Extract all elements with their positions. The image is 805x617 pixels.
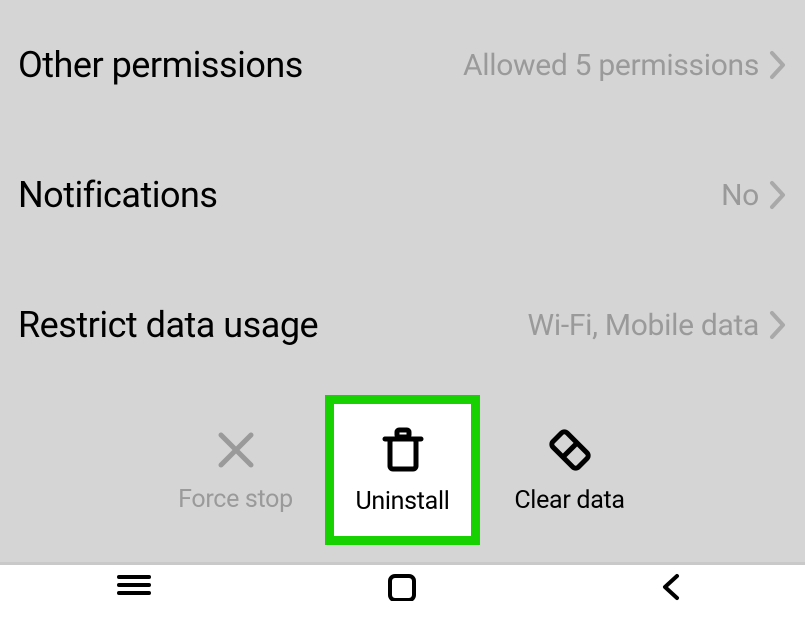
- restrict-data-value-wrap: Wi-Fi, Mobile data: [528, 308, 787, 343]
- other-permissions-label: Other permissions: [18, 44, 303, 86]
- eraser-icon: [544, 426, 596, 474]
- back-button[interactable]: [621, 573, 721, 617]
- notifications-label: Notifications: [18, 174, 217, 216]
- other-permissions-value-wrap: Allowed 5 permissions: [463, 48, 787, 83]
- chevron-right-icon: [769, 309, 787, 341]
- home-button[interactable]: [352, 573, 452, 617]
- restrict-data-value: Wi-Fi, Mobile data: [528, 308, 759, 343]
- recents-button[interactable]: [84, 573, 184, 617]
- restrict-data-row[interactable]: Restrict data usage Wi-Fi, Mobile data: [18, 260, 787, 390]
- navigation-bar: [0, 562, 805, 617]
- close-icon: [213, 427, 259, 473]
- notifications-value: No: [721, 178, 759, 213]
- home-icon: [387, 573, 417, 601]
- back-icon: [659, 573, 683, 601]
- uninstall-label: Uninstall: [355, 487, 449, 516]
- chevron-right-icon: [769, 49, 787, 81]
- force-stop-button[interactable]: Force stop: [158, 395, 313, 545]
- notifications-row[interactable]: Notifications No: [18, 130, 787, 260]
- recents-icon: [117, 573, 151, 597]
- other-permissions-value: Allowed 5 permissions: [463, 48, 759, 83]
- restrict-data-label: Restrict data usage: [18, 304, 318, 346]
- uninstall-button[interactable]: Uninstall: [325, 395, 480, 545]
- other-permissions-row[interactable]: Other permissions Allowed 5 permissions: [18, 0, 787, 130]
- chevron-right-icon: [769, 179, 787, 211]
- clear-data-button[interactable]: Clear data: [492, 395, 647, 545]
- bottom-actions: Force stop Uninstall Clear data: [0, 395, 805, 545]
- force-stop-label: Force stop: [178, 485, 293, 514]
- notifications-value-wrap: No: [721, 178, 787, 213]
- clear-data-label: Clear data: [514, 486, 624, 515]
- trash-icon: [378, 425, 428, 475]
